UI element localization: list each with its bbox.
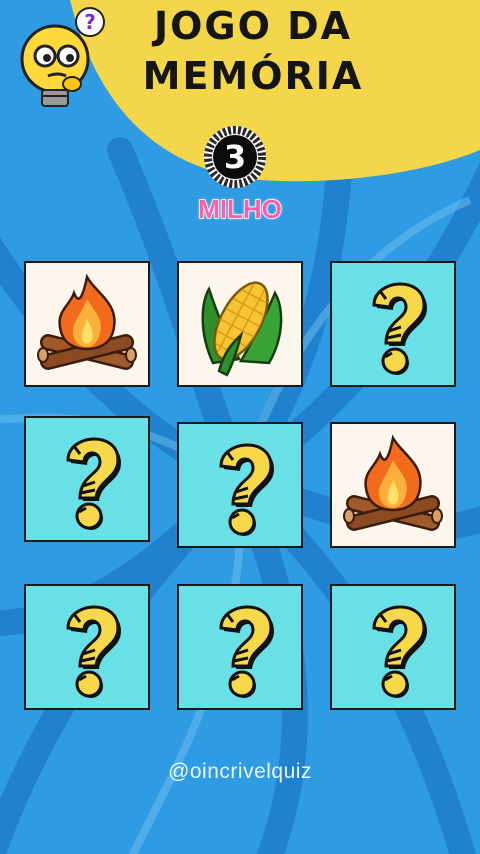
question-mark-icon <box>66 605 121 698</box>
memory-card-corn[interactable] <box>177 261 303 387</box>
question-mark-icon <box>372 282 427 375</box>
campfire-icon <box>343 434 443 531</box>
thinking-bulb-mascot-icon: ? <box>20 7 105 107</box>
campfire-icon <box>37 273 137 370</box>
memory-card-campfire[interactable] <box>24 261 150 387</box>
question-mark-icon <box>219 443 274 536</box>
corn-icon <box>201 281 283 377</box>
title-line-1: JOGO DA <box>153 4 353 48</box>
countdown-number: 3 <box>223 138 247 176</box>
memory-card-hidden[interactable] <box>177 422 303 548</box>
question-mark-icon <box>219 605 274 698</box>
memory-card-hidden[interactable] <box>177 584 303 710</box>
question-mark-icon <box>66 437 121 530</box>
svg-text:?: ? <box>84 10 96 34</box>
creator-handle: @oincrivelquiz <box>168 760 312 783</box>
memory-card-hidden[interactable] <box>330 261 456 387</box>
target-word: MILHO <box>197 193 282 225</box>
memory-card-hidden[interactable] <box>330 584 456 710</box>
title-line-2: MEMÓRIA <box>142 54 364 98</box>
memory-card-campfire[interactable] <box>330 422 456 548</box>
question-mark-icon <box>372 605 427 698</box>
memory-card-hidden[interactable] <box>24 584 150 710</box>
memory-card-hidden[interactable] <box>24 416 150 542</box>
